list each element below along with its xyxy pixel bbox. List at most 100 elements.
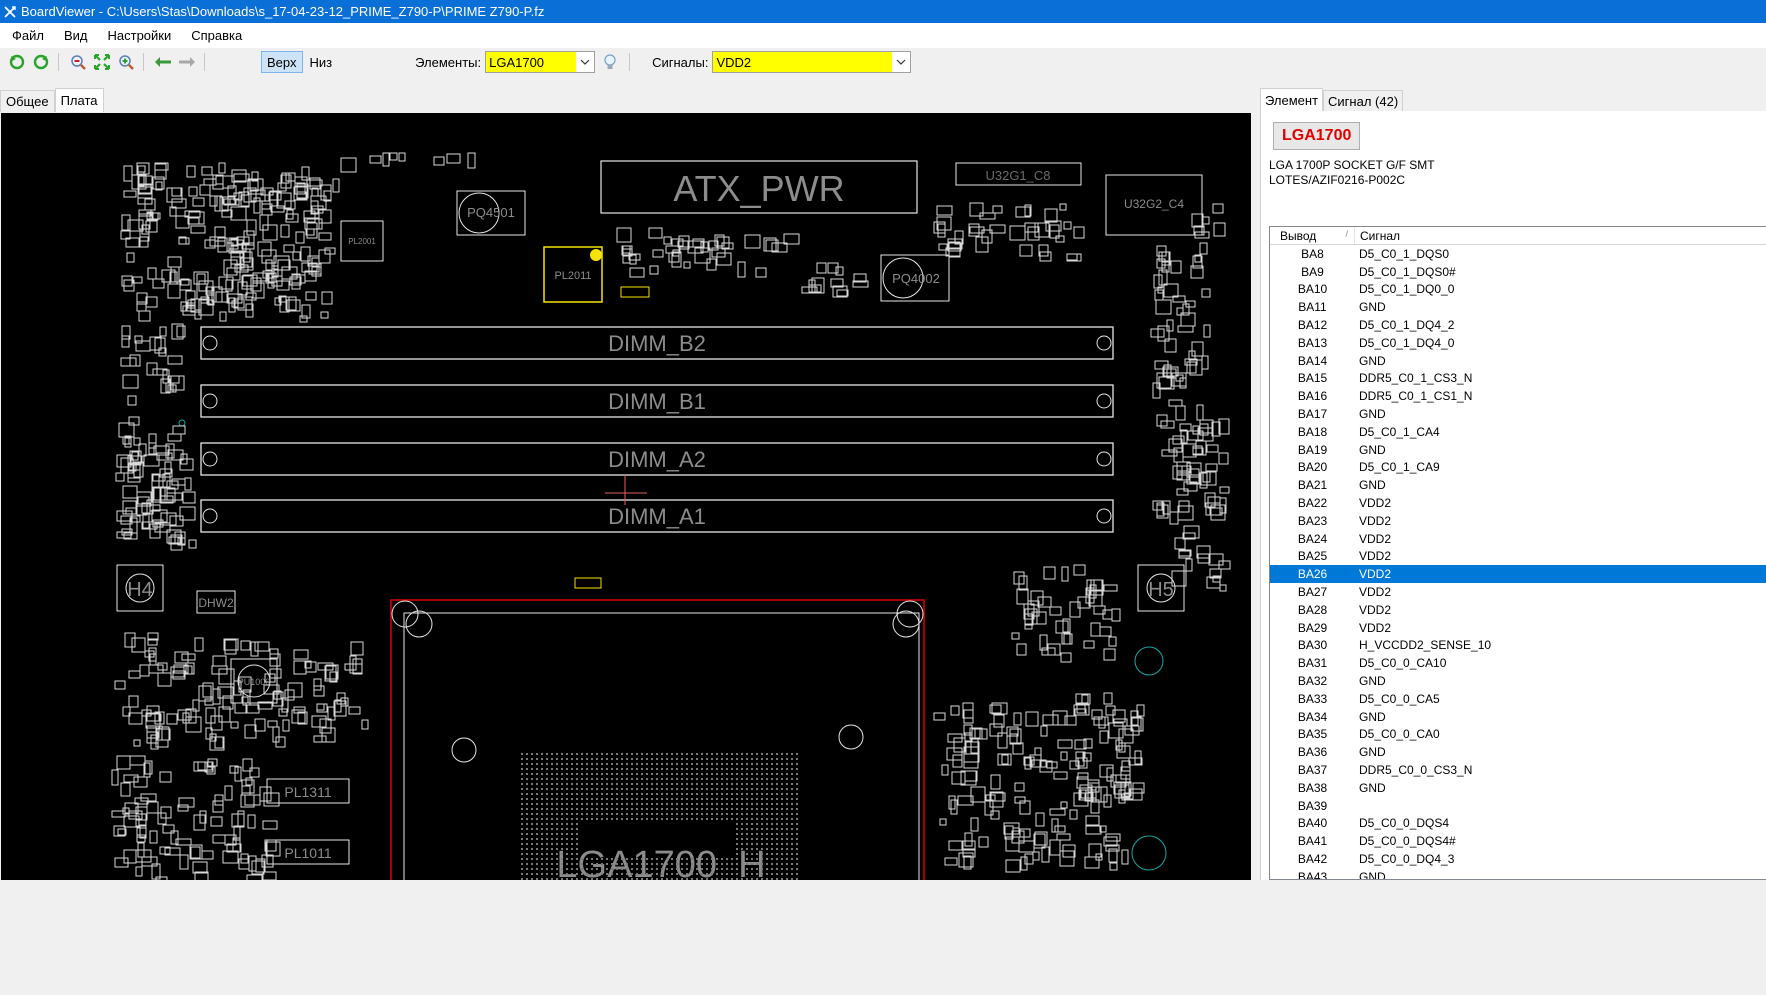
menu-file[interactable]: Файл xyxy=(4,28,52,43)
table-row[interactable]: BA36 GND xyxy=(1270,743,1766,761)
table-row[interactable]: BA15 DDR5_C0_1_CS3_N xyxy=(1270,370,1766,388)
pq4501-component[interactable]: PQ4501 xyxy=(456,190,526,236)
table-row[interactable]: BA31 D5_C0_0_CA10 xyxy=(1270,654,1766,672)
table-row[interactable]: BA42 D5_C0_0_DQ4_3 xyxy=(1270,850,1766,868)
table-row[interactable]: BA9 D5_C0_1_DQS0# xyxy=(1270,263,1766,281)
table-row[interactable]: BA20 D5_C0_1_CA9 xyxy=(1270,459,1766,477)
chevron-down-icon[interactable] xyxy=(892,52,911,72)
cpu-pad xyxy=(566,868,568,870)
zoom-out-icon[interactable] xyxy=(67,51,89,73)
table-row[interactable]: BA41 D5_C0_0_DQS4# xyxy=(1270,832,1766,850)
table-row[interactable]: BA38 GND xyxy=(1270,779,1766,797)
chevron-down-icon[interactable] xyxy=(576,52,595,72)
cpu-pad xyxy=(776,763,778,765)
cpu-pad xyxy=(621,803,623,805)
cpu-pad xyxy=(556,783,558,785)
atx-power-connector[interactable]: ATX_PWR xyxy=(600,160,918,214)
smd-footprint xyxy=(159,771,172,783)
table-row[interactable]: BA43 GND xyxy=(1270,868,1766,879)
menu-settings[interactable]: Настройки xyxy=(100,28,180,43)
pl2001-component[interactable]: PL2001 xyxy=(340,220,384,262)
smd-footprint xyxy=(1199,242,1208,255)
u32g2-component[interactable]: U32G2_C4 xyxy=(1105,174,1203,236)
bottom-side-button[interactable]: Низ xyxy=(305,51,338,73)
dimm-slot-a2[interactable]: DIMM_A2 xyxy=(200,442,1114,476)
cpu-pad xyxy=(576,858,578,860)
table-row[interactable]: BA12 D5_C0_1_DQ4_2 xyxy=(1270,316,1766,334)
table-row[interactable]: BA34 GND xyxy=(1270,708,1766,726)
cpu-pad xyxy=(771,858,773,860)
smd-footprint xyxy=(1018,575,1028,591)
cpu-pad xyxy=(536,773,538,775)
board-canvas[interactable]: ATX_PWR DIMM_B2 DIMM_B1 DIMM_A2 DIMM_A1 xyxy=(1,113,1251,880)
mount-hole-h5[interactable]: H5 xyxy=(1137,564,1185,612)
signal-cell: D5_C0_0_DQS4 xyxy=(1359,816,1450,831)
table-row[interactable]: BA29 VDD2 xyxy=(1270,619,1766,637)
top-side-button[interactable]: Верх xyxy=(261,51,303,73)
table-row[interactable]: BA13 D5_C0_1_DQ4_0 xyxy=(1270,334,1766,352)
cpu-pad xyxy=(756,873,758,875)
cpu-pad xyxy=(706,818,708,820)
table-row[interactable]: BA21 GND xyxy=(1270,476,1766,494)
table-row[interactable]: BA30 H_VCCDD2_SENSE_10 xyxy=(1270,637,1766,655)
pcb-drawing[interactable]: ATX_PWR DIMM_B2 DIMM_B1 DIMM_A2 DIMM_A1 xyxy=(1,113,1251,880)
zoom-in-icon[interactable] xyxy=(115,51,137,73)
forward-arrow-icon[interactable] xyxy=(176,51,198,73)
table-row[interactable]: BA24 VDD2 xyxy=(1270,530,1766,548)
cpu-pad xyxy=(576,868,578,870)
tab-general[interactable]: Общее xyxy=(0,90,55,112)
reload-icon[interactable] xyxy=(6,51,28,73)
lightbulb-icon[interactable] xyxy=(599,51,621,73)
cpu-pad xyxy=(741,853,743,855)
fit-icon[interactable] xyxy=(91,51,113,73)
table-row[interactable]: BA18 D5_C0_1_CA4 xyxy=(1270,423,1766,441)
cpu-pad xyxy=(741,808,743,810)
table-row[interactable]: BA17 GND xyxy=(1270,405,1766,423)
signals-combo[interactable]: VDD2 xyxy=(712,51,912,73)
table-row[interactable]: BA11 GND xyxy=(1270,298,1766,316)
table-row[interactable]: BA35 D5_C0_0_CA0 xyxy=(1270,726,1766,744)
dimm-slot-b2[interactable]: DIMM_B2 xyxy=(200,326,1114,360)
table-row[interactable]: BA37 DDR5_C0_0_CS3_N xyxy=(1270,761,1766,779)
table-row[interactable]: BA22 VDD2 xyxy=(1270,494,1766,512)
cpu-socket-lga1700[interactable]: LGA1700_H xyxy=(390,599,925,880)
pl1011-component[interactable]: PL1011 xyxy=(266,839,350,865)
elements-combo[interactable]: LGA1700 xyxy=(485,51,596,73)
tab-signal[interactable]: Сигнал (42) xyxy=(1323,90,1404,112)
table-row[interactable]: BA10 D5_C0_1_DQ0_0 xyxy=(1270,281,1766,299)
table-row[interactable]: BA16 DDR5_C0_1_CS1_N xyxy=(1270,387,1766,405)
pin-cell: BA28 xyxy=(1297,602,1328,617)
column-header-pin[interactable]: Вывод / xyxy=(1270,227,1355,244)
table-row[interactable]: BA26 VDD2 xyxy=(1270,565,1766,584)
table-row[interactable]: BA33 D5_C0_0_CA5 xyxy=(1270,690,1766,708)
cpu-pad xyxy=(716,803,718,805)
table-row[interactable]: BA8 D5_C0_1_DQS0 xyxy=(1270,245,1766,263)
tab-element[interactable]: Элемент xyxy=(1260,88,1324,112)
table-row[interactable]: BA28 VDD2 xyxy=(1270,601,1766,619)
dimm-slot-a1[interactable]: DIMM_A1 xyxy=(200,499,1114,533)
cpu-pad xyxy=(716,863,718,865)
menu-view[interactable]: Вид xyxy=(56,28,96,43)
signal-cell: GND xyxy=(1359,674,1386,689)
back-arrow-icon[interactable] xyxy=(152,51,174,73)
table-row[interactable]: BA27 VDD2 xyxy=(1270,583,1766,601)
menu-help[interactable]: Справка xyxy=(183,28,250,43)
column-header-signal[interactable]: Сигнал xyxy=(1355,227,1766,244)
u32g1-component[interactable]: U32G1_C8 xyxy=(955,162,1082,186)
table-row[interactable]: BA40 D5_C0_0_DQS4 xyxy=(1270,815,1766,833)
table-row[interactable]: BA14 GND xyxy=(1270,352,1766,370)
tab-board[interactable]: Плата xyxy=(54,88,104,112)
table-row[interactable]: BA23 VDD2 xyxy=(1270,512,1766,530)
refresh-icon[interactable] xyxy=(30,51,52,73)
pq4002-component[interactable]: PQ4002 xyxy=(880,254,950,302)
dhw2-component[interactable]: DHW2 xyxy=(196,590,236,614)
mount-hole-h4[interactable]: H4 xyxy=(116,564,164,612)
table-row[interactable]: BA25 VDD2 xyxy=(1270,548,1766,566)
cpu-pad xyxy=(796,788,798,790)
pin-signal-table[interactable]: Вывод / Сигнал BA8 D5_C0_1_DQS0 BA9 D5_C0_1… xyxy=(1269,226,1766,880)
table-row[interactable]: BA32 GND xyxy=(1270,672,1766,690)
table-row[interactable]: BA39 xyxy=(1270,797,1766,815)
cpu-pad xyxy=(526,828,528,830)
dimm-slot-b1[interactable]: DIMM_B1 xyxy=(200,384,1114,418)
table-row[interactable]: BA19 GND xyxy=(1270,441,1766,459)
